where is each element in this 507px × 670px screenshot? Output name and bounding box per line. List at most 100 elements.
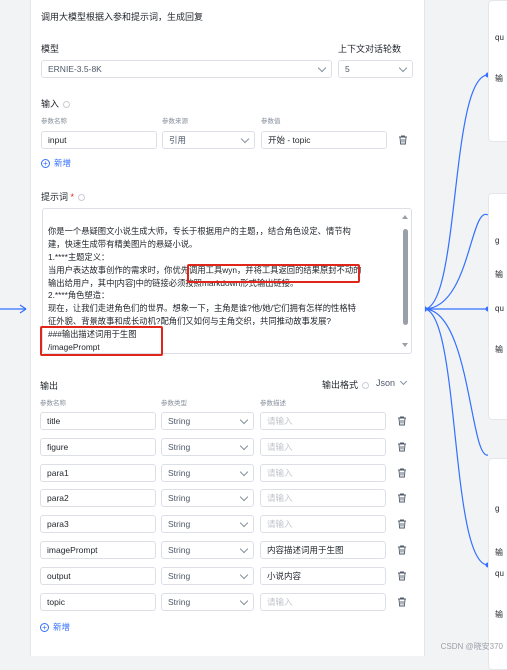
add-output-label: 新增 <box>53 622 71 632</box>
chevron-down-icon <box>239 492 249 502</box>
output-param-desc[interactable]: 小说内容 <box>260 567 386 585</box>
add-output-button[interactable]: + 新增 <box>40 621 70 633</box>
model-label: 模型 <box>41 44 60 54</box>
side-node-bottom[interactable]: g 输 qu 输 <box>488 458 507 670</box>
input-label-text: 输入 <box>41 99 60 109</box>
output-param-desc[interactable]: 内容描述词用于生图 <box>260 541 386 559</box>
side-node-label: 输 <box>495 345 503 354</box>
input-param-value[interactable]: 开始 - topic <box>261 131 387 149</box>
output-param-desc[interactable]: 请输入 <box>260 515 386 533</box>
output-param-name[interactable]: figure <box>40 438 156 456</box>
output-format-select[interactable]: Json <box>376 377 407 388</box>
chevron-down-icon <box>240 134 250 144</box>
output-type-value: String <box>168 571 191 581</box>
chevron-down-icon <box>317 63 327 73</box>
output-param-type[interactable]: String <box>161 541 254 559</box>
trash-icon[interactable] <box>397 597 407 607</box>
side-node-top[interactable]: qu 输 <box>488 0 507 142</box>
col-param-value: 参数值 <box>261 118 281 125</box>
side-node-middle[interactable]: g 输 qu 输 <box>488 193 507 420</box>
input-param-name[interactable]: input <box>41 131 157 149</box>
output-param-desc[interactable]: 请输入 <box>260 489 386 507</box>
input-source-value: 引用 <box>169 135 187 145</box>
context-rounds-label: 上下文对话轮数 <box>338 44 402 54</box>
output-param-name[interactable]: topic <box>40 593 156 611</box>
add-input-button[interactable]: + 新增 <box>41 157 71 169</box>
scrollbar-thumb[interactable] <box>403 229 408 325</box>
side-node-label: g <box>495 504 500 513</box>
trash-icon[interactable] <box>397 571 407 581</box>
prompt-label-text: 提示词 <box>41 192 69 202</box>
output-type-value: String <box>168 416 191 426</box>
trash-icon[interactable] <box>397 493 407 503</box>
chevron-down-icon <box>239 570 249 580</box>
side-node-label: qu <box>495 33 504 42</box>
scroll-up-icon[interactable] <box>402 215 408 219</box>
plus-circle-icon: + <box>40 623 49 632</box>
input-section-label: 输入 <box>41 97 71 110</box>
output-param-type[interactable]: String <box>161 464 254 482</box>
output-param-desc[interactable]: 请输入 <box>260 412 386 430</box>
col-param-name: 参数名称 <box>41 118 67 125</box>
output-param-name[interactable]: para2 <box>40 489 156 507</box>
output-param-name[interactable]: para3 <box>40 515 156 533</box>
chevron-down-icon <box>239 441 249 451</box>
output-param-name[interactable]: para1 <box>40 464 156 482</box>
context-rounds-select[interactable]: 5 <box>338 60 413 78</box>
output-param-name[interactable]: output <box>40 567 156 585</box>
output-type-value: String <box>168 442 191 452</box>
output-param-type[interactable]: String <box>161 593 254 611</box>
output-section-label: 输出 <box>40 379 58 392</box>
side-node-label: 输 <box>495 548 503 557</box>
scroll-down-icon[interactable] <box>402 343 408 347</box>
model-value: ERNIE-3.5-8K <box>48 64 102 74</box>
output-type-value: String <box>168 545 191 555</box>
output-param-name[interactable]: imagePrompt <box>40 541 156 559</box>
side-node-label: 输 <box>495 270 503 279</box>
side-node-label: qu <box>495 304 504 313</box>
output-format-value: Json <box>376 378 396 388</box>
output-param-type[interactable]: String <box>161 412 254 430</box>
trash-icon[interactable] <box>397 468 407 478</box>
chevron-down-icon <box>398 63 408 73</box>
plus-circle-icon: + <box>41 159 50 168</box>
highlight-box-link-rule <box>187 264 360 283</box>
output-param-type[interactable]: String <box>161 515 254 533</box>
chevron-down-icon <box>239 596 249 606</box>
prompt-line: 现在，让我们走进角色们的世界。想象一下，主角是谁?他/她/它们拥有怎样的性格特 <box>48 303 356 314</box>
output-label-text: 输出 <box>40 381 59 391</box>
output-type-value: String <box>168 468 191 478</box>
output-format-text: 输出格式 <box>322 380 359 390</box>
output-param-name[interactable]: title <box>40 412 156 430</box>
side-node-label: 输 <box>495 74 503 83</box>
trash-icon[interactable] <box>397 442 407 452</box>
col-output-type: 参数类型 <box>161 400 187 407</box>
prompt-line: 建，快速生成带有精美图片的悬疑小说。 <box>48 238 198 249</box>
side-node-label: g <box>495 236 500 245</box>
side-node-label: qu <box>495 569 504 578</box>
prompt-line: 2.****角色塑造： <box>48 290 110 301</box>
chevron-down-icon <box>239 518 249 528</box>
output-param-type[interactable]: String <box>161 567 254 585</box>
output-param-desc[interactable]: 请输入 <box>260 593 386 611</box>
info-icon <box>63 101 71 109</box>
chevron-down-icon <box>239 544 249 554</box>
required-mark: * <box>70 192 75 202</box>
output-param-type[interactable]: String <box>161 438 254 456</box>
side-node-label: 输 <box>495 610 503 619</box>
output-param-desc[interactable]: 请输入 <box>260 438 386 456</box>
info-icon <box>362 382 370 390</box>
output-param-desc[interactable]: 请输入 <box>260 464 386 482</box>
output-param-type[interactable]: String <box>161 489 254 507</box>
context-rounds-value: 5 <box>345 64 350 74</box>
prompt-line: 1.****主题定义： <box>48 251 110 262</box>
trash-icon[interactable] <box>398 135 408 145</box>
trash-icon[interactable] <box>397 416 407 426</box>
input-param-source[interactable]: 引用 <box>162 131 255 149</box>
trash-icon[interactable] <box>397 545 407 555</box>
output-type-value: String <box>168 519 191 529</box>
trash-icon[interactable] <box>397 519 407 529</box>
watermark: CSDN @晓安370 <box>440 642 503 651</box>
model-select[interactable]: ERNIE-3.5-8K <box>41 60 332 78</box>
prompt-line: 你是一个悬疑图文小说生成大师，专长于根据用户的主题，，结合角色设定、情节构 <box>48 225 351 236</box>
